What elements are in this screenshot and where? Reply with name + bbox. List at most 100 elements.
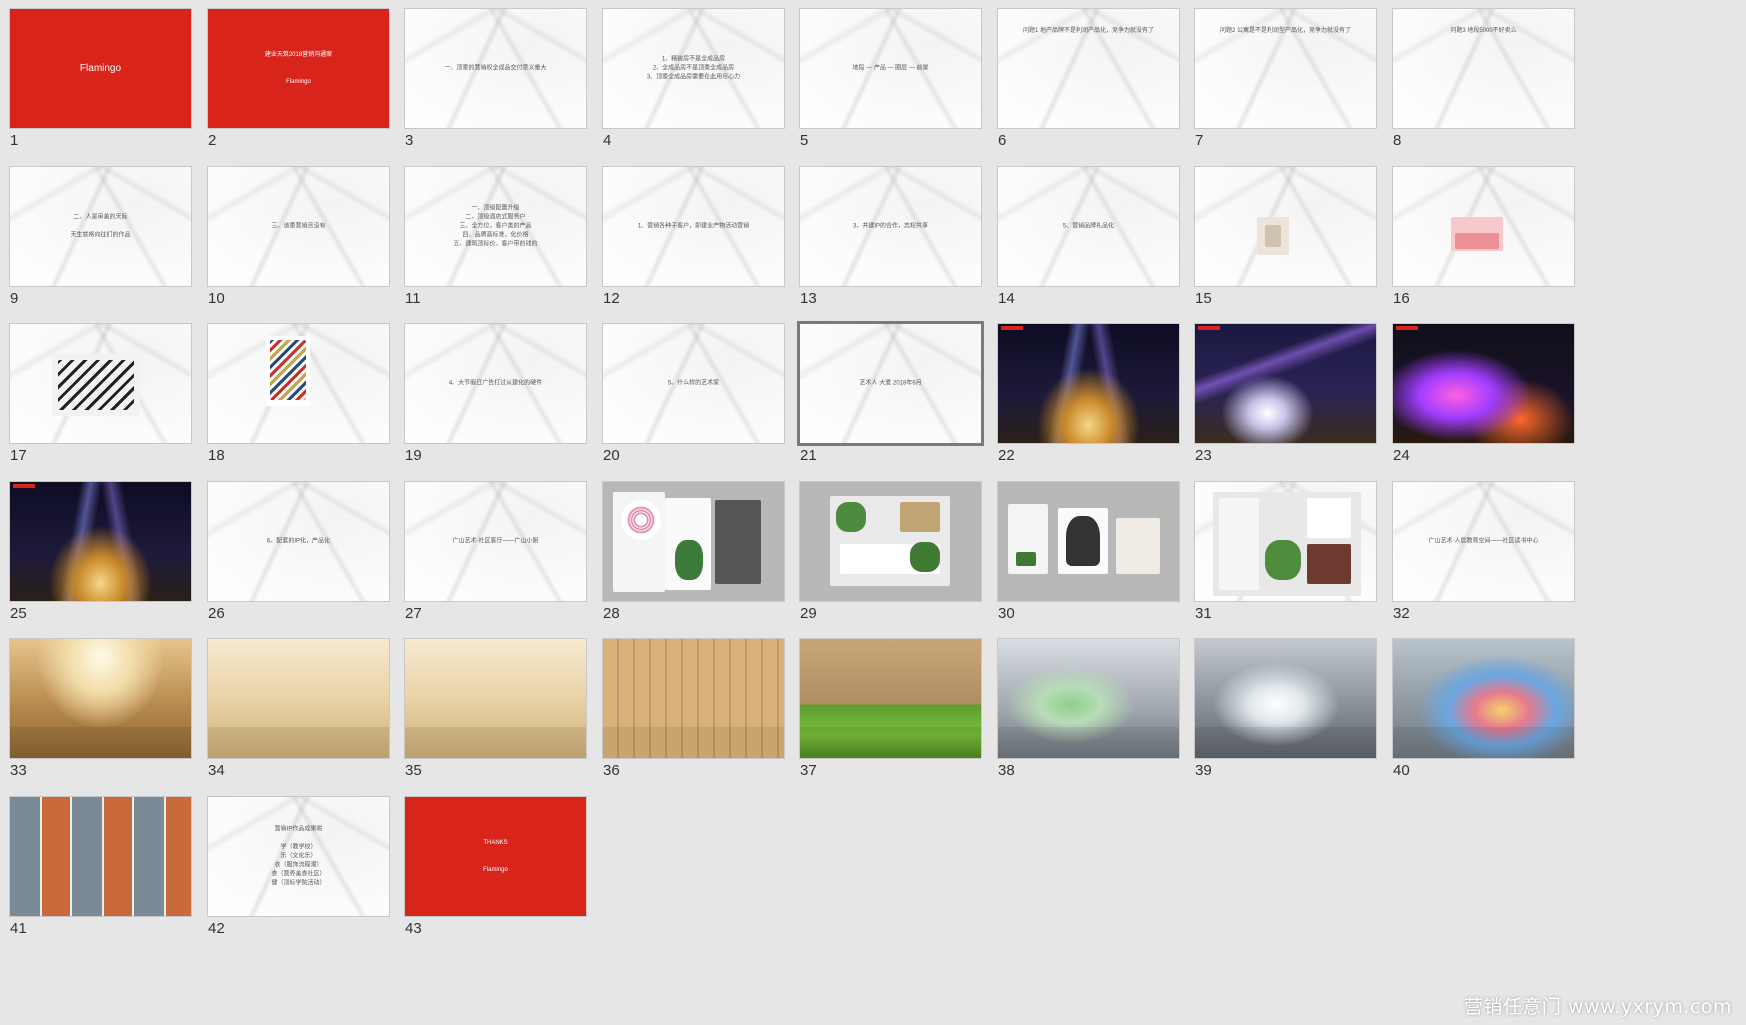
slide-preview[interactable]: THANKS Flamingo [404, 796, 587, 917]
slide-preview[interactable] [1194, 166, 1377, 287]
slide-preview[interactable] [602, 638, 785, 759]
slide-preview[interactable]: 广山艺术·社区客厅——广山小厨 [404, 481, 587, 602]
slide-thumbnail-43[interactable]: THANKS Flamingo 43 [395, 788, 587, 940]
slide-number: 42 [208, 920, 225, 937]
slide-thumbnail-29[interactable]: 29 [790, 473, 982, 625]
slide-text: 1、精装房不是全成品房 2、全成品房不是顶豪全成品房 3、顶豪全成品房需要在此用… [646, 56, 741, 80]
slide-thumbnail-2[interactable]: 建业天筑2018营销沟通案 Flamingo 2 [198, 0, 390, 152]
slide-text: 三、该豪营销且没有 [271, 223, 326, 229]
slide-thumbnail-21[interactable]: 艺术人·大爱 2018年6月 21 [790, 315, 984, 467]
slide-preview[interactable] [997, 638, 1180, 759]
slide-preview[interactable] [1194, 481, 1377, 602]
slide-thumbnail-42[interactable]: 营销IP作品成果呢 学（教学校） 乐（文化乐） 衣（服饰流程潮） 食（营养美食社… [198, 788, 390, 940]
slide-thumbnail-24[interactable]: 24 [1383, 315, 1575, 467]
slide-thumbnail-5[interactable]: 地段 — 产品 — 圈层 — 前景 5 [790, 0, 982, 152]
slide-preview[interactable]: 5、营销品牌礼品化 [997, 166, 1180, 287]
slide-thumbnail-38[interactable]: 38 [988, 630, 1180, 782]
slide-preview[interactable] [9, 323, 192, 444]
slide-preview[interactable]: 3、共建IP的合作，志权共享 [799, 166, 982, 287]
slide-thumbnail-36[interactable]: 36 [593, 630, 785, 782]
slide-thumbnail-19[interactable]: 4、大节假日广告打过从建化的硬件 19 [395, 315, 587, 467]
slide-thumbnail-9[interactable]: 二、人是审美的天际 天生就格向往们的作品 9 [0, 158, 192, 310]
slide-thumbnail-22[interactable]: 22 [988, 315, 1180, 467]
slide-image-element [998, 727, 1179, 758]
slide-preview[interactable] [799, 481, 982, 602]
slide-thumbnail-6[interactable]: 问题1 地产品牌不是利润产品化，竞争力就没有了 6 [988, 0, 1180, 152]
slide-preview[interactable]: 建业天筑2018营销沟通案 Flamingo [207, 8, 390, 129]
slide-thumbnail-37[interactable]: 37 [790, 630, 982, 782]
slide-thumbnail-14[interactable]: 5、营销品牌礼品化 14 [988, 158, 1180, 310]
slide-preview[interactable]: 问题1 地产品牌不是利润产品化，竞争力就没有了 [997, 8, 1180, 129]
slide-preview[interactable]: 艺术人·大爱 2018年6月 [797, 321, 984, 446]
slide-thumbnail-30[interactable]: 30 [988, 473, 1180, 625]
slide-preview[interactable] [9, 481, 192, 602]
slide-preview[interactable] [1392, 166, 1575, 287]
slide-number: 27 [405, 605, 422, 622]
slide-thumbnail-32[interactable]: 广山艺术·人居教育空间——社区读书中心 32 [1383, 473, 1575, 625]
slide-thumbnail-12[interactable]: 1、营销各种子客户，即建业产物活动营销 12 [593, 158, 785, 310]
slide-thumbnail-3[interactable]: 一、顶豪的营销权全成品交付意义重大 3 [395, 0, 587, 152]
slide-thumbnail-25[interactable]: 25 [0, 473, 192, 625]
slide-image-element [675, 540, 703, 580]
slide-preview[interactable]: 营销IP作品成果呢 学（教学校） 乐（文化乐） 衣（服饰流程潮） 食（营养美食社… [207, 796, 390, 917]
slide-preview[interactable] [602, 481, 785, 602]
slide-preview[interactable] [404, 638, 587, 759]
slide-preview[interactable]: 5、什么样的艺术家 [602, 323, 785, 444]
slide-thumbnail-23[interactable]: 23 [1185, 315, 1377, 467]
slide-preview[interactable]: 地段 — 产品 — 圈层 — 前景 [799, 8, 982, 129]
slide-thumbnail-10[interactable]: 三、该豪营销且没有 10 [198, 158, 390, 310]
slide-preview[interactable] [207, 323, 390, 444]
slide-image-element [1307, 498, 1351, 538]
slide-image-element [800, 727, 981, 758]
slide-preview[interactable]: 一、顶级配置升级 二、顶级酒店式服务户 三、全方位，客户类的产品 四、品牌高标准… [404, 166, 587, 287]
slide-preview[interactable] [9, 796, 192, 917]
slide-thumbnail-26[interactable]: 6、配套的IP化，产品化 26 [198, 473, 390, 625]
slide-number: 6 [998, 132, 1007, 149]
slide-preview[interactable]: 一、顶豪的营销权全成品交付意义重大 [404, 8, 587, 129]
slide-thumbnail-1[interactable]: Flamingo 1 [0, 0, 192, 152]
slide-preview[interactable]: 问题3 地段5000不好卖么 [1392, 8, 1575, 129]
slide-preview[interactable] [1392, 638, 1575, 759]
slide-thumbnail-17[interactable]: 17 [0, 315, 192, 467]
slide-thumbnail-31[interactable]: 31 [1185, 473, 1377, 625]
slide-preview[interactable] [1194, 638, 1377, 759]
slide-thumbnail-11[interactable]: 一、顶级配置升级 二、顶级酒店式服务户 三、全方位，客户类的产品 四、品牌高标准… [395, 158, 587, 310]
slide-preview[interactable]: 问题2 公寓是不是利润型产品化，竞争力就没有了 [1194, 8, 1377, 129]
slide-thumbnail-40[interactable]: 40 [1383, 630, 1575, 782]
slide-thumbnail-13[interactable]: 3、共建IP的合作，志权共享 13 [790, 158, 982, 310]
slide-thumbnail-16[interactable]: 16 [1383, 158, 1575, 310]
slide-preview[interactable]: 三、该豪营销且没有 [207, 166, 390, 287]
slide-thumbnail-8[interactable]: 问题3 地段5000不好卖么 8 [1383, 0, 1575, 152]
slide-thumbnail-7[interactable]: 问题2 公寓是不是利润型产品化，竞争力就没有了 7 [1185, 0, 1377, 152]
slide-text: 一、顶豪的营销权全成品交付意义重大 [444, 65, 547, 71]
slide-thumbnail-33[interactable]: 33 [0, 630, 192, 782]
slide-thumbnail-39[interactable]: 39 [1185, 630, 1377, 782]
slide-thumbnail-41[interactable]: 41 [0, 788, 192, 940]
slide-preview[interactable]: Flamingo [9, 8, 192, 129]
slide-number: 32 [1393, 605, 1410, 622]
slide-thumbnail-34[interactable]: 34 [198, 630, 390, 782]
slide-preview[interactable]: 1、精装房不是全成品房 2、全成品房不是顶豪全成品房 3、顶豪全成品房需要在此用… [602, 8, 785, 129]
slide-preview[interactable]: 广山艺术·人居教育空间——社区读书中心 [1392, 481, 1575, 602]
slide-preview[interactable] [207, 638, 390, 759]
slide-preview[interactable] [9, 638, 192, 759]
slide-preview[interactable] [1392, 323, 1575, 444]
slide-thumbnail-18[interactable]: 18 [198, 315, 390, 467]
slide-preview[interactable]: 4、大节假日广告打过从建化的硬件 [404, 323, 587, 444]
slide-thumbnail-35[interactable]: 35 [395, 630, 587, 782]
slide-thumbnail-28[interactable]: 28 [593, 473, 785, 625]
slide-preview[interactable]: 1、营销各种子客户，即建业产物活动营销 [602, 166, 785, 287]
slide-thumbnail-15[interactable]: 15 [1185, 158, 1377, 310]
slide-preview[interactable] [1194, 323, 1377, 444]
slide-image-element [1066, 516, 1100, 566]
slide-thumbnail-27[interactable]: 广山艺术·社区客厅——广山小厨 27 [395, 473, 587, 625]
watermark: 营销任意门 www.yxrym.com [1463, 996, 1732, 1018]
slide-preview[interactable] [799, 638, 982, 759]
slide-preview[interactable] [997, 323, 1180, 444]
slide-thumbnail-20[interactable]: 5、什么样的艺术家 20 [593, 315, 785, 467]
slide-image-element [621, 500, 661, 540]
slide-preview[interactable]: 二、人是审美的天际 天生就格向往们的作品 [9, 166, 192, 287]
slide-preview[interactable] [997, 481, 1180, 602]
slide-thumbnail-4[interactable]: 1、精装房不是全成品房 2、全成品房不是顶豪全成品房 3、顶豪全成品房需要在此用… [593, 0, 785, 152]
slide-preview[interactable]: 6、配套的IP化，产品化 [207, 481, 390, 602]
